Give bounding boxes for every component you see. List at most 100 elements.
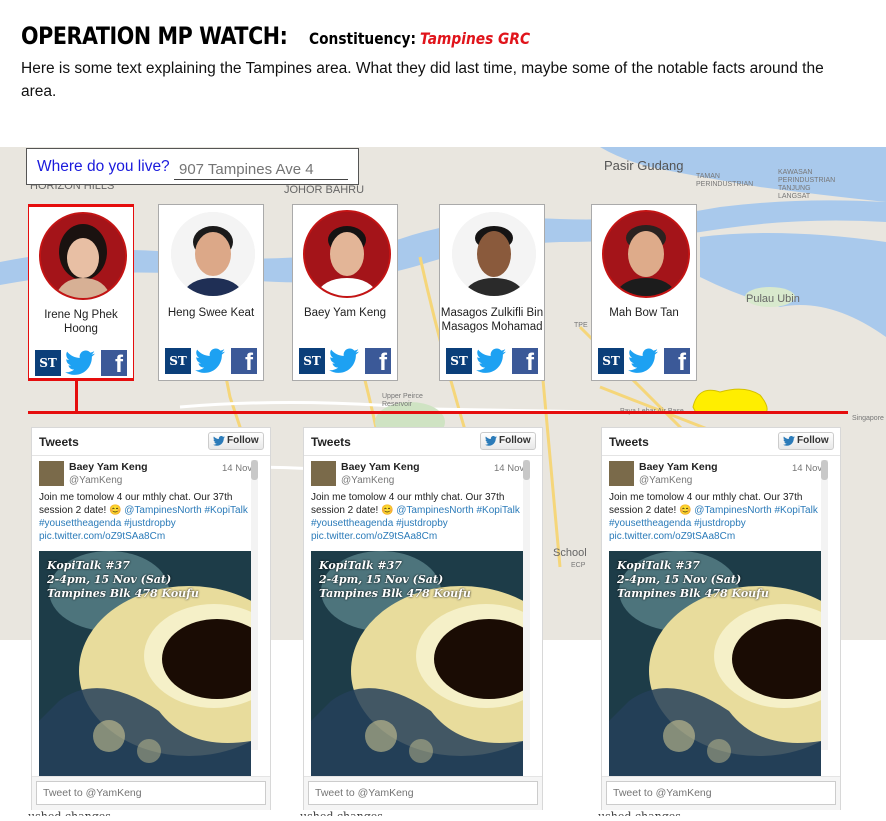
- mp-name: Irene Ng Phek Hoong: [44, 309, 118, 335]
- straits-times-icon[interactable]: ST: [35, 350, 61, 376]
- image-caption-line: KopiTalk #37: [47, 559, 130, 572]
- twitter-icon[interactable]: [628, 348, 658, 374]
- image-caption-line: Tampines Blk 478 Koufu: [617, 587, 769, 600]
- facebook-icon[interactable]: f: [664, 348, 690, 376]
- twitter-icon[interactable]: [65, 350, 95, 376]
- image-caption-line: Tampines Blk 478 Koufu: [47, 587, 199, 600]
- facebook-icon[interactable]: f: [231, 348, 257, 376]
- tweets-scrollbar[interactable]: [821, 460, 828, 750]
- map-label-ecp: ECP: [571, 562, 586, 569]
- selection-connector-horizontal: [28, 411, 848, 414]
- tweet-item[interactable]: Baey Yam Keng @YamKeng 14 Nov Join me to…: [32, 457, 270, 776]
- mp-photo: [39, 212, 127, 300]
- follow-button[interactable]: Follow: [208, 432, 264, 450]
- tweet-author-handle[interactable]: @YamKeng: [639, 475, 692, 486]
- footer-fragment: ushed changes: [300, 810, 383, 821]
- tweet-date[interactable]: 14 Nov: [222, 463, 252, 474]
- straits-times-icon[interactable]: ST: [598, 348, 624, 374]
- page-header: OPERATION MP WATCH: Constituency: Tampin…: [21, 22, 548, 50]
- map-label-johor-bahru: JOHOR BAHRU: [284, 184, 365, 196]
- tweets-panel[interactable]: Tweets Follow Baey Yam Keng @YamKeng 14 …: [601, 427, 841, 810]
- tweet-item[interactable]: Baey Yam Keng @YamKeng 14 Nov Join me to…: [602, 457, 840, 776]
- map-label-upper-peirce: Upper Peirce Reservoir: [382, 393, 423, 408]
- tweets-panel[interactable]: Tweets Follow Baey Yam Keng @YamKeng 14 …: [303, 427, 543, 810]
- tweet-to-input[interactable]: [36, 781, 266, 805]
- tweet-author-name[interactable]: Baey Yam Keng: [639, 461, 718, 473]
- follow-label: Follow: [227, 435, 259, 446]
- tweet-to-input[interactable]: [606, 781, 836, 805]
- where-do-you-live-label: Where do you live?: [37, 158, 170, 175]
- tweets-title: Tweets: [39, 435, 79, 449]
- straits-times-icon[interactable]: ST: [299, 348, 325, 374]
- mp-photo: [169, 210, 257, 298]
- tweets-title: Tweets: [609, 435, 649, 449]
- mp-social-links: ST f: [35, 350, 131, 378]
- footer-fragment: ushed changes: [598, 810, 681, 821]
- tweets-footer: [304, 776, 542, 810]
- follow-label: Follow: [499, 435, 531, 446]
- tweet-author-avatar[interactable]: [311, 461, 336, 486]
- tweets-footer: [602, 776, 840, 810]
- map-label-school: School: [553, 547, 587, 559]
- mp-name: Baey Yam Keng: [303, 307, 387, 319]
- tweet-text: Join me tomolow 4 our mthly chat. Our 37…: [311, 491, 526, 543]
- tweet-author-name[interactable]: Baey Yam Keng: [69, 461, 148, 473]
- map-label-taman: TAMAN PERINDUSTRIAN: [696, 173, 754, 188]
- tweets-header: Tweets Follow: [602, 428, 840, 456]
- follow-button[interactable]: Follow: [480, 432, 536, 450]
- constituency-label: Constituency:: [309, 29, 417, 48]
- tweets-header: Tweets Follow: [304, 428, 542, 456]
- mp-card-baey-yam-keng[interactable]: Baey Yam Keng ST f: [292, 204, 398, 381]
- tweet-author-avatar[interactable]: [609, 461, 634, 486]
- tweets-footer: [32, 776, 270, 810]
- tweet-image[interactable]: KopiTalk #37 2-4pm, 15 Nov (Sat) Tampine…: [609, 551, 821, 776]
- straits-times-icon[interactable]: ST: [165, 348, 191, 374]
- twitter-icon[interactable]: [476, 348, 506, 374]
- tweets-scrollbar[interactable]: [251, 460, 258, 750]
- mp-card-heng-swee-keat[interactable]: Heng Swee Keat ST f: [158, 204, 264, 381]
- image-caption: KopiTalk #37 2-4pm, 15 Nov (Sat) Tampine…: [617, 559, 769, 601]
- tweet-date[interactable]: 14 Nov: [792, 463, 822, 474]
- twitter-icon[interactable]: [195, 348, 225, 374]
- tweet-date[interactable]: 14 Nov: [494, 463, 524, 474]
- twitter-bird-icon: [213, 436, 225, 446]
- image-caption-line: 2-4pm, 15 Nov (Sat): [319, 573, 444, 586]
- facebook-icon[interactable]: f: [365, 348, 391, 376]
- mp-photo: [303, 210, 391, 298]
- tweet-author-handle[interactable]: @YamKeng: [69, 475, 122, 486]
- intro-text: Here is some text explaining the Tampine…: [21, 60, 824, 100]
- tweet-to-input[interactable]: [308, 781, 538, 805]
- map-label-pulau-ubin: Pulau Ubin: [746, 293, 800, 305]
- mp-card-mah-bow-tan[interactable]: Mah Bow Tan ST f: [591, 204, 697, 381]
- image-caption-line: Tampines Blk 478 Koufu: [319, 587, 471, 600]
- mp-card-masagos-zulkifli[interactable]: Masagos Zulkifli Bin Masagos Mohamad ST …: [439, 204, 545, 381]
- address-input[interactable]: [174, 159, 348, 180]
- tweet-author-handle[interactable]: @YamKeng: [341, 475, 394, 486]
- map-label-kawasan: KAWASAN PERINDUSTRIAN TANJUNG LANGSAT: [778, 169, 836, 200]
- tweet-text: Join me tomolow 4 our mthly chat. Our 37…: [39, 491, 254, 543]
- follow-button[interactable]: Follow: [778, 432, 834, 450]
- scroll-thumb[interactable]: [251, 460, 258, 480]
- constituency-value: Tampines GRC: [420, 29, 531, 48]
- scroll-thumb[interactable]: [523, 460, 530, 480]
- straits-times-icon[interactable]: ST: [446, 348, 472, 374]
- map-label-singapore: Singapore: [852, 415, 884, 422]
- image-caption-line: KopiTalk #37: [319, 559, 402, 572]
- image-caption-line: 2-4pm, 15 Nov (Sat): [617, 573, 742, 586]
- mp-card-irene-ng-phek-hoong[interactable]: Irene Ng Phek Hoong ST f: [28, 204, 134, 381]
- scroll-thumb[interactable]: [821, 460, 828, 480]
- tweet-image[interactable]: KopiTalk #37 2-4pm, 15 Nov (Sat) Tampine…: [311, 551, 523, 776]
- tweet-image[interactable]: KopiTalk #37 2-4pm, 15 Nov (Sat) Tampine…: [39, 551, 251, 776]
- tweet-item[interactable]: Baey Yam Keng @YamKeng 14 Nov Join me to…: [304, 457, 542, 776]
- facebook-icon[interactable]: f: [101, 350, 127, 378]
- image-caption-line: KopiTalk #37: [617, 559, 700, 572]
- tweets-scrollbar[interactable]: [523, 460, 530, 750]
- tweets-panel[interactable]: Tweets Follow Baey Yam Keng @YamKeng 14 …: [31, 427, 271, 810]
- tweet-author-avatar[interactable]: [39, 461, 64, 486]
- twitter-bird-icon: [485, 436, 497, 446]
- tweet-author-name[interactable]: Baey Yam Keng: [341, 461, 420, 473]
- mp-photo: [450, 210, 538, 298]
- where-do-you-live-box: Where do you live?: [26, 148, 359, 185]
- facebook-icon[interactable]: f: [512, 348, 538, 376]
- twitter-icon[interactable]: [329, 348, 359, 374]
